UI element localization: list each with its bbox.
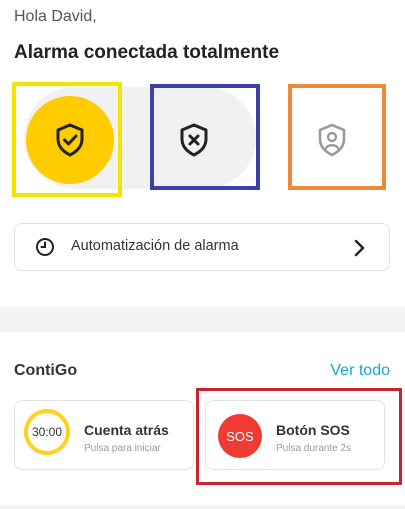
bottom-divider [0,505,405,509]
highlight-box-sos [196,388,402,485]
countdown-card[interactable]: 30:00 Cuenta atrás Pulsa para iniciar [14,400,194,470]
see-all-link[interactable]: Ver todo [330,362,390,380]
highlight-box-arm-partial [288,84,386,190]
chevron-right-icon [354,239,365,257]
countdown-timer-badge: 30:00 [24,409,70,455]
clock-icon [36,238,54,256]
alarm-automation-label: Automatización de alarma [71,238,239,254]
countdown-title: Cuenta atrás [84,422,169,438]
section-divider [0,306,405,332]
greeting-text: Hola David, [14,8,97,25]
alarm-status-title: Alarma conectada totalmente [14,42,280,63]
contigo-section-title: ContiGo [14,362,78,379]
alarm-automation-row[interactable]: Automatización de alarma [14,223,390,271]
highlight-box-arm-total [12,82,122,197]
highlight-box-disarm [150,84,260,190]
countdown-subtitle: Pulsa para iniciar [84,443,161,454]
